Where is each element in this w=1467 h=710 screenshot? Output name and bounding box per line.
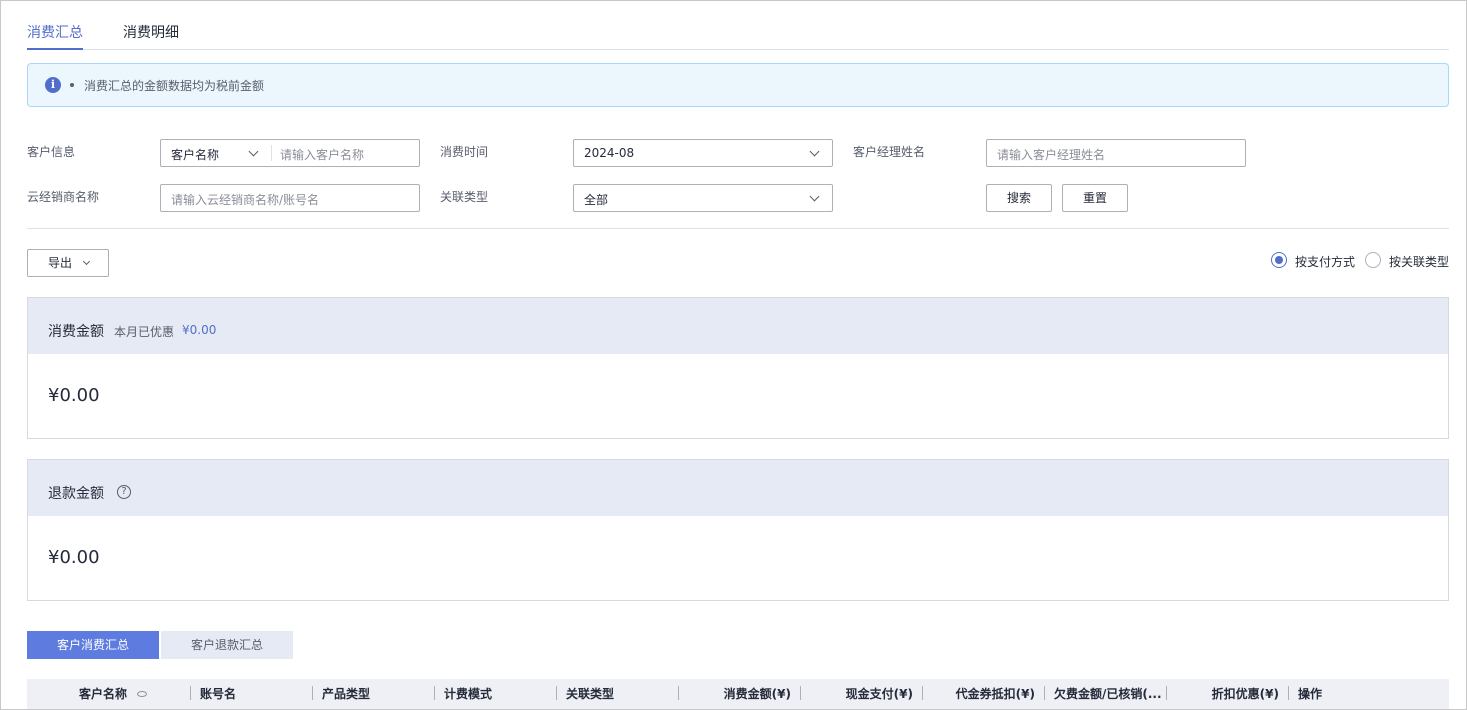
col-relation-type: 关联类型 [566, 687, 615, 701]
manager-placeholder: 请输入客户经理姓名 [997, 148, 1106, 162]
info-icon: i [45, 77, 61, 93]
main-tabs: 消费汇总 消费明细 [27, 16, 1449, 50]
col-separator [1288, 686, 1289, 700]
relation-type-select[interactable]: 全部 [573, 184, 833, 212]
chevron-down-icon [82, 257, 91, 266]
relation-type-value: 全部 [584, 193, 609, 207]
col-voucher-deduct: 代金券抵扣(¥) [955, 687, 1035, 701]
table-header: 客户名称 账号名 产品类型 计费模式 关联类型 消费金额(¥) 现金支付(¥) … [27, 679, 1449, 709]
refund-amount-title: 退款金额 [48, 486, 104, 502]
consume-time-label: 消费时间 [440, 145, 489, 159]
refund-amount-value: ¥0.00 [48, 547, 100, 568]
radio-by-relation-label[interactable]: 按关联类型 [1389, 253, 1449, 270]
radio-by-payment-label[interactable]: 按支付方式 [1295, 253, 1355, 270]
col-separator [1044, 686, 1045, 700]
refund-amount-card: 退款金额 ? ¥0.00 [27, 459, 1449, 601]
card-header [28, 298, 1448, 354]
col-cash-payment: 现金支付(¥) [845, 687, 913, 701]
consume-time-value: 2024-08 [584, 146, 635, 160]
export-label: 导出 [48, 256, 73, 270]
col-separator [922, 686, 923, 700]
tab-consume-detail[interactable]: 消费明细 [123, 22, 179, 50]
chevron-down-icon [809, 191, 820, 202]
discount-value: ¥0.00 [182, 323, 217, 337]
col-discount: 折扣优惠(¥) [1211, 687, 1279, 701]
col-account-name: 账号名 [200, 687, 237, 701]
manager-label: 客户经理姓名 [853, 145, 926, 159]
card-header [28, 460, 1448, 516]
col-arrears-amount: 欠费金额/已核销(... [1054, 687, 1162, 701]
col-customer-name[interactable]: 客户名称 [79, 685, 127, 702]
customer-info-label: 客户信息 [27, 145, 76, 159]
col-separator [556, 686, 557, 700]
col-separator [312, 686, 313, 700]
notice-text: 消费汇总的金额数据均为税前金额 [84, 79, 265, 93]
col-consume-amount: 消费金额(¥) [723, 687, 791, 701]
consume-amount-card: 消费金额 本月已优惠 ¥0.00 ¥0.00 [27, 297, 1449, 439]
question-circle-icon[interactable]: ? [117, 485, 131, 499]
col-separator [800, 686, 801, 700]
col-billing-mode: 计费模式 [444, 687, 493, 701]
subtab-customer-consume[interactable]: 客户消费汇总 [27, 631, 159, 659]
bullet-dot [70, 83, 74, 87]
relation-type-label: 关联类型 [440, 190, 489, 204]
consume-time-select[interactable]: 2024-08 [573, 139, 833, 167]
col-product-type: 产品类型 [322, 687, 371, 701]
subtab-customer-refund[interactable]: 客户退款汇总 [161, 631, 293, 659]
distributor-placeholder: 请输入云经销商名称/账号名 [171, 193, 320, 207]
chevron-down-icon [809, 146, 820, 157]
reset-button[interactable]: 重置 [1062, 184, 1128, 212]
divider [27, 228, 1449, 229]
customer-info-field: 客户名称 请输入客户名称 [160, 139, 420, 167]
customer-name-input[interactable]: 请输入客户名称 [280, 146, 364, 163]
tab-consume-summary[interactable]: 消费汇总 [27, 22, 83, 50]
field-divider [271, 145, 272, 161]
manager-name-input[interactable]: 请输入客户经理姓名 [986, 139, 1246, 167]
notice-banner: i 消费汇总的金额数据均为税前金额 [27, 63, 1449, 107]
search-button[interactable]: 搜索 [986, 184, 1052, 212]
col-separator [678, 686, 679, 700]
radio-by-payment[interactable] [1271, 252, 1287, 268]
customer-type-select[interactable]: 客户名称 [171, 146, 219, 163]
discount-label: 本月已优惠 [114, 325, 175, 339]
consume-amount-title: 消费金额 [48, 324, 104, 340]
col-separator [1166, 686, 1167, 700]
col-operation: 操作 [1298, 687, 1323, 701]
export-button[interactable]: 导出 [27, 249, 109, 277]
consume-amount-value: ¥0.00 [48, 385, 100, 406]
radio-by-relation[interactable] [1365, 252, 1381, 268]
chevron-down-icon[interactable] [248, 146, 259, 157]
distributor-input[interactable]: 请输入云经销商名称/账号名 [160, 184, 420, 212]
distributor-label: 云经销商名称 [27, 190, 100, 204]
col-separator [434, 686, 435, 700]
eye-icon[interactable] [137, 691, 147, 697]
col-separator [190, 686, 191, 700]
